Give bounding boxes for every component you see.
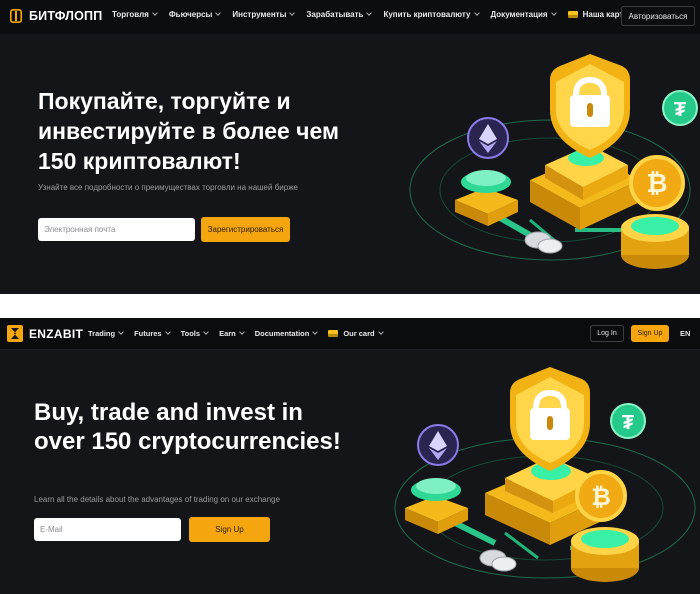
- svg-text:₿: ₿: [646, 168, 667, 198]
- register-button[interactable]: Зарегистрироваться: [201, 217, 290, 242]
- svg-text:₮: ₮: [674, 99, 686, 121]
- chevron-down-icon: [164, 329, 171, 335]
- logo-icon: [10, 9, 22, 23]
- chevron-down-icon: [203, 329, 209, 335]
- nav-item-documentation[interactable]: Documentation: [255, 329, 319, 338]
- svg-text:₮: ₮: [622, 412, 634, 434]
- hero-title: Buy, trade and invest in over 150 crypto…: [34, 399, 341, 455]
- top-navbar: ENZABIT Trading Futures Tools Earn Docum…: [0, 318, 700, 350]
- logo-text: ENZABIT: [29, 326, 84, 341]
- nav-item-futures[interactable]: Futures: [134, 329, 171, 338]
- nav-item-buy-crypto[interactable]: Купить криптовалюту: [383, 10, 480, 19]
- screenshot-english: ENZABIT Trading Futures Tools Earn Docum…: [0, 318, 700, 594]
- language-selector[interactable]: EN: [680, 329, 690, 338]
- hero-subtitle: Learn all the details about the advantag…: [34, 495, 280, 504]
- central-platform: [530, 145, 640, 230]
- login-button[interactable]: Log In: [590, 325, 624, 342]
- chevron-down-icon: [377, 329, 384, 335]
- tether-icon: ₮: [610, 403, 646, 439]
- signup-cta-button[interactable]: Sign Up: [189, 517, 270, 542]
- svg-text:₿: ₿: [591, 484, 611, 511]
- nav-item-tools[interactable]: Tools: [181, 329, 209, 338]
- crypto-illustration: ₿ ₮: [394, 367, 696, 582]
- silver-coins: [524, 231, 563, 254]
- nav-menu: Торговля Фьючерсы Инструменты Зарабатыва…: [112, 10, 648, 19]
- nav-item-futures[interactable]: Фьючерсы: [169, 10, 222, 19]
- nav-item-our-card[interactable]: Our card: [328, 329, 384, 338]
- chevron-down-icon: [473, 10, 480, 16]
- shield-lock-icon: [510, 367, 590, 471]
- nav-item-trading[interactable]: Trading: [88, 329, 124, 338]
- hero-subtitle: Узнайте все подробности о преимуществах …: [38, 183, 298, 192]
- chevron-down-icon: [118, 329, 124, 335]
- chevron-down-icon: [289, 10, 296, 16]
- screenshot-russian: БИТФЛОПП Торговля Фьючерсы Инструменты З…: [0, 0, 700, 294]
- top-navbar: БИТФЛОПП Торговля Фьючерсы Инструменты З…: [0, 0, 700, 34]
- chevron-down-icon: [366, 10, 373, 16]
- hero-title: Покупайте, торгуйте и инвестируйте в бол…: [38, 88, 340, 174]
- shield-lock-icon: [550, 54, 630, 158]
- chevron-down-icon: [238, 329, 245, 335]
- logo[interactable]: БИТФЛОПП: [10, 9, 102, 23]
- crypto-illustration: ₿ ₮: [409, 54, 698, 269]
- nav-item-earn[interactable]: Earn: [219, 329, 245, 338]
- bitcoin-pedestal: ₿: [621, 155, 689, 269]
- chevron-down-icon: [152, 10, 158, 16]
- nav-item-documentation[interactable]: Документация: [491, 10, 557, 19]
- tether-icon: ₮: [662, 90, 698, 126]
- email-input[interactable]: [38, 218, 195, 241]
- ethereum-pedestal: [405, 424, 468, 534]
- card-icon: [328, 330, 339, 337]
- chevron-down-icon: [550, 10, 557, 16]
- logo[interactable]: ENZABIT: [7, 325, 83, 342]
- email-input[interactable]: [34, 518, 181, 541]
- silver-coins: [479, 549, 517, 572]
- nav-menu: Trading Futures Tools Earn Documentation…: [88, 329, 394, 338]
- chevron-down-icon: [312, 329, 319, 335]
- logo-text: БИТФЛОПП: [29, 9, 103, 23]
- card-icon: [567, 11, 578, 18]
- logo-icon: [7, 325, 23, 342]
- signup-button[interactable]: Sign Up: [631, 325, 669, 342]
- login-button[interactable]: Авторизоваться: [621, 6, 695, 26]
- chevron-down-icon: [215, 10, 222, 16]
- nav-item-tools[interactable]: Инструменты: [232, 10, 296, 19]
- nav-item-earn[interactable]: Зарабатывать: [306, 10, 373, 19]
- nav-item-trading[interactable]: Торговля: [112, 10, 158, 19]
